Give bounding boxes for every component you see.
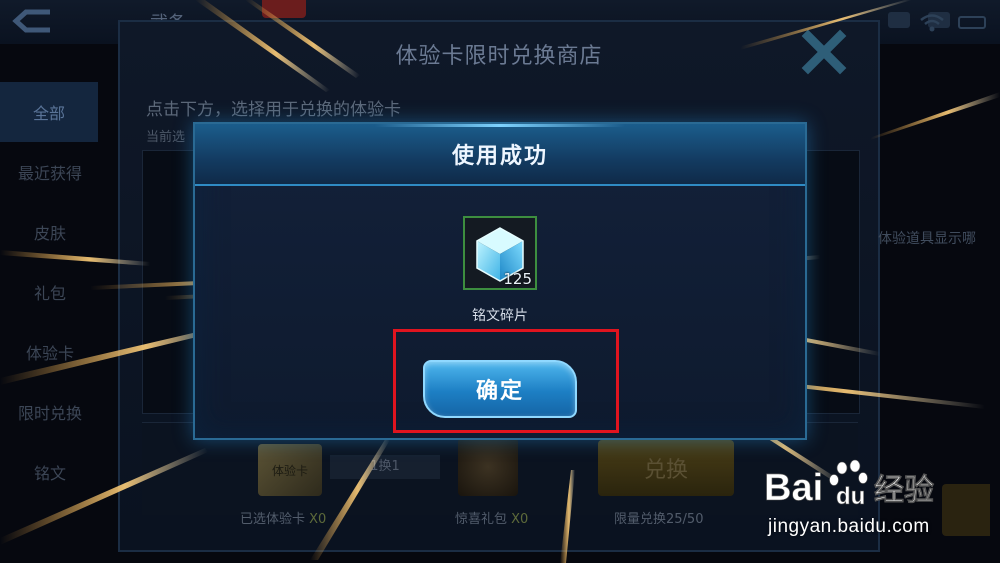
side-nav-label: 全部 bbox=[32, 104, 65, 123]
battery-icon bbox=[958, 16, 986, 29]
notification-badge bbox=[262, 0, 306, 18]
wifi-icon bbox=[920, 14, 944, 32]
side-nav-label: 铭文 bbox=[33, 464, 66, 483]
logo-jingyan-text: 经验 bbox=[874, 473, 934, 508]
side-nav-all[interactable]: 全部 bbox=[0, 82, 98, 142]
selected-cards-count: X0 bbox=[309, 512, 327, 527]
side-nav-label: 礼包 bbox=[33, 284, 66, 303]
side-nav-label: 最近获得 bbox=[17, 164, 82, 183]
dialog-header: 使用成功 bbox=[195, 124, 805, 186]
shop-hint: 体验道具显示哪 bbox=[878, 231, 976, 247]
side-nav-gift-packs[interactable]: 礼包 bbox=[0, 262, 100, 322]
reward-item-count: 125 bbox=[503, 270, 532, 288]
side-nav-skins[interactable]: 皮肤 bbox=[0, 202, 100, 262]
side-nav-recent[interactable]: 最近获得 bbox=[0, 142, 100, 202]
logo-du-text: du bbox=[836, 483, 865, 510]
paw-icon bbox=[829, 459, 868, 486]
back-arrow-icon[interactable] bbox=[10, 8, 56, 34]
exchange-button-label: 兑换 bbox=[643, 458, 688, 483]
gift-pack-text: 惊喜礼包 bbox=[455, 512, 508, 527]
gift-pack-count: X0 bbox=[511, 512, 529, 527]
limit-label: 限量兑换25/50 bbox=[614, 512, 704, 527]
selected-cards-text: 已选体验卡 bbox=[240, 512, 306, 527]
dialog-title: 使用成功 bbox=[451, 144, 548, 169]
baidu-jingyan-watermark: Bai du 经验 jingyan.baidu.com bbox=[760, 456, 992, 546]
highlight-annotation-box bbox=[393, 329, 619, 433]
shop-current-label: 当前选 bbox=[146, 130, 186, 145]
side-nav: 全部 最近获得 皮肤 礼包 体验卡 限时兑换 铭文 bbox=[0, 82, 100, 502]
side-nav-inscriptions[interactable]: 铭文 bbox=[0, 442, 100, 502]
shop-title: 体验卡限时兑换商店 bbox=[395, 44, 603, 69]
gift-pack-thumbnail bbox=[458, 438, 518, 496]
coin-icon bbox=[888, 12, 910, 28]
side-nav-label: 限时兑换 bbox=[17, 404, 82, 423]
trial-card-thumb-text: 体验卡 bbox=[271, 463, 308, 478]
side-nav-trial-cards[interactable]: 体验卡 bbox=[0, 322, 100, 382]
side-nav-label: 皮肤 bbox=[33, 224, 66, 243]
gift-pack-label: 惊喜礼包 X0 bbox=[455, 508, 528, 527]
trial-card-thumbnail[interactable]: 体验卡 bbox=[258, 444, 322, 496]
reward-item-name: 铭文碎片 bbox=[472, 308, 528, 324]
reward-item-slot[interactable]: 125 bbox=[463, 216, 537, 290]
watermark-url: jingyan.baidu.com bbox=[768, 516, 930, 537]
side-nav-label: 体验卡 bbox=[25, 344, 74, 363]
shop-instruction: 点击下方，选择用于兑换的体验卡 bbox=[146, 100, 401, 120]
exchange-button[interactable]: 兑换 bbox=[598, 440, 734, 496]
close-icon[interactable] bbox=[800, 28, 848, 76]
logo-bai-text: Bai bbox=[764, 467, 823, 509]
selected-cards-label: 已选体验卡 X0 bbox=[240, 508, 326, 527]
baidu-jingyan-logo: Bai du 经验 bbox=[764, 459, 934, 510]
side-nav-limited-exchange[interactable]: 限时兑换 bbox=[0, 382, 100, 442]
exchange-rate: 1换1 bbox=[330, 455, 440, 479]
